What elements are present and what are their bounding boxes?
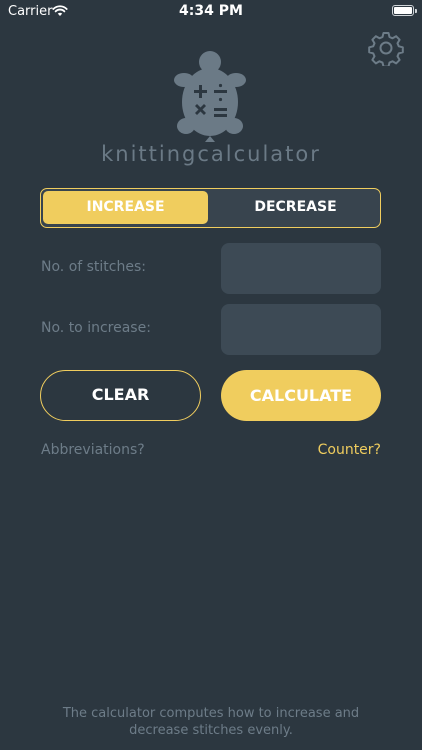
footer-line-1: The calculator computes how to increase … (62, 706, 360, 721)
mode-segmented-control: INCREASE DECREASE (40, 188, 381, 228)
turtle-logo-icon (174, 51, 246, 142)
tab-increase[interactable]: INCREASE (43, 191, 208, 224)
gear-icon[interactable] (368, 30, 404, 66)
app-title: knittingcalculator (101, 142, 321, 166)
stitches-input[interactable] (221, 243, 381, 294)
status-bar: Carrier 4:34 PM (0, 0, 422, 24)
increase-input[interactable] (221, 304, 381, 355)
counter-link[interactable]: Counter? (318, 442, 381, 458)
clear-button[interactable]: CLEAR (40, 370, 201, 421)
tab-decrease[interactable]: DECREASE (213, 191, 378, 224)
status-time: 4:34 PM (179, 3, 243, 19)
increase-label: No. to increase: (41, 320, 151, 336)
footer-line-2: decrease stitches evenly. (129, 723, 293, 738)
battery-icon (392, 5, 417, 16)
abbreviations-link[interactable]: Abbreviations? (41, 442, 145, 458)
footer-description: The calculator computes how to increase … (30, 705, 392, 739)
calculate-button[interactable]: CALCULATE (221, 370, 381, 421)
stitches-label: No. of stitches: (41, 259, 146, 275)
